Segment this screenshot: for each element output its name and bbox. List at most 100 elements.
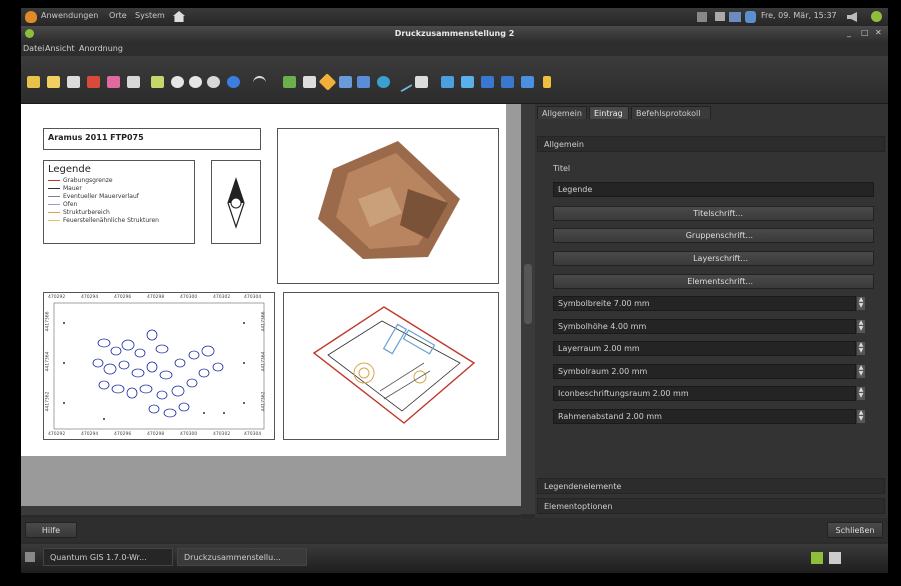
title-label-item[interactable]: Aramus 2011 FTP075 bbox=[43, 128, 261, 150]
legend-item[interactable]: Legende Grabungsgrenze Mauer Eventueller… bbox=[43, 160, 195, 244]
excavation-map-grid bbox=[53, 302, 265, 430]
undo-icon[interactable] bbox=[253, 76, 266, 90]
zoom-in-icon[interactable] bbox=[171, 76, 184, 88]
task-print-composer[interactable]: Druckzusammenstellu... bbox=[177, 548, 307, 566]
tab-item[interactable]: Eintrag bbox=[589, 106, 629, 119]
spin-arrows-icon[interactable]: ▲ ▼ bbox=[857, 365, 865, 378]
menu-system[interactable]: System bbox=[135, 11, 165, 20]
menubar: Datei Ansicht Anordnung bbox=[21, 42, 888, 56]
move-content-icon[interactable] bbox=[461, 76, 474, 88]
grid-y-label: 4417364 bbox=[45, 351, 51, 372]
add-arrow-icon[interactable] bbox=[394, 73, 413, 93]
section-item-options-header[interactable]: Elementoptionen bbox=[537, 498, 885, 514]
icon-label-space-spinbox[interactable]: Iconbeschriftungsraum 2.00 mm ▲ ▼ bbox=[553, 386, 865, 401]
zoom-100-icon[interactable] bbox=[207, 76, 220, 88]
layer-font-button[interactable]: Layerschrift... bbox=[553, 251, 874, 266]
section-legend-items-header[interactable]: Legendenelemente bbox=[537, 478, 885, 494]
spin-arrows-icon[interactable]: ▲ ▼ bbox=[857, 342, 865, 355]
spin-arrows-icon[interactable]: ▲ ▼ bbox=[857, 320, 865, 333]
add-table-icon[interactable] bbox=[415, 76, 428, 88]
select-move-icon[interactable] bbox=[441, 76, 454, 88]
task-qgis[interactable]: Quantum GIS 1.7.0-Wr... bbox=[43, 548, 173, 566]
spin-arrows-icon[interactable]: ▲ ▼ bbox=[857, 410, 865, 423]
composition-paper[interactable]: Aramus 2011 FTP075 Legende Grabungsgrenz… bbox=[21, 104, 506, 456]
export-svg-icon[interactable] bbox=[107, 76, 120, 88]
photo-image-item[interactable] bbox=[277, 128, 499, 284]
load-template-icon[interactable] bbox=[27, 76, 40, 88]
menu-file[interactable]: Datei bbox=[23, 44, 44, 53]
group-font-button[interactable]: Gruppenschrift... bbox=[553, 228, 874, 243]
close-dialog-button[interactable]: Schließen bbox=[827, 522, 883, 538]
volume-icon[interactable] bbox=[847, 12, 857, 22]
align-icon[interactable] bbox=[543, 76, 551, 88]
tab-general[interactable]: Allgemein bbox=[537, 106, 587, 119]
item-font-button[interactable]: Elementschrift... bbox=[553, 274, 874, 289]
title-font-button[interactable]: Titelschrift... bbox=[553, 206, 874, 221]
display-icon bbox=[715, 12, 725, 21]
legend-entry: Mauer bbox=[48, 185, 82, 192]
legend-entry: Ofen bbox=[48, 201, 77, 208]
map-item-plan[interactable] bbox=[283, 292, 499, 440]
menu-applications[interactable]: Anwendungen bbox=[41, 11, 98, 20]
legend-title: Legende bbox=[48, 164, 91, 175]
spin-arrows-icon[interactable]: ▲ ▼ bbox=[857, 387, 865, 400]
zoom-out-icon[interactable] bbox=[189, 76, 202, 88]
grid-x-label: 470292 bbox=[48, 295, 66, 300]
symbol-height-spinbox[interactable]: Symbolhöhe 4.00 mm ▲ ▼ bbox=[553, 319, 865, 334]
bottom-taskbar: Quantum GIS 1.7.0-Wr... Druckzusammenste… bbox=[21, 544, 888, 573]
trash-icon[interactable] bbox=[829, 552, 841, 564]
excavation-photo bbox=[318, 141, 460, 259]
menu-view[interactable]: Ansicht bbox=[45, 44, 75, 53]
menu-places[interactable]: Orte bbox=[109, 11, 127, 20]
menu-arrange[interactable]: Anordnung bbox=[79, 44, 123, 53]
grid-y-label: 4417364 bbox=[261, 351, 267, 372]
tab-command-history[interactable]: Befehlsprotokoll bbox=[631, 106, 711, 119]
grid-x-label: 470294 bbox=[81, 295, 99, 300]
add-scalebar-icon[interactable] bbox=[357, 76, 370, 88]
computer-icon bbox=[729, 12, 741, 22]
add-shape-icon[interactable] bbox=[318, 73, 337, 91]
help-button[interactable]: Hilfe bbox=[25, 522, 77, 538]
raise-icon[interactable] bbox=[521, 76, 534, 88]
section-general-header[interactable]: Allgemein bbox=[537, 136, 885, 152]
grid-x-label: 470298 bbox=[147, 295, 165, 300]
canvas-horizontal-scrollbar[interactable] bbox=[21, 506, 521, 515]
save-template-icon[interactable] bbox=[47, 76, 60, 88]
grid-y-label: 4417366 bbox=[45, 311, 51, 332]
show-desktop-icon[interactable] bbox=[25, 552, 35, 562]
gnome-foot-icon bbox=[25, 11, 37, 23]
map-item-grid[interactable]: 470292 470294 470296 470298 470300 47030… bbox=[43, 292, 275, 440]
layer-space-spinbox[interactable]: Layerraum 2.00 mm ▲ ▼ bbox=[553, 341, 865, 356]
export-pdf-icon[interactable] bbox=[87, 76, 100, 88]
workspace-switcher-icon[interactable] bbox=[811, 552, 823, 564]
clock[interactable]: Fre, 09. Mär, 15:37 bbox=[761, 11, 837, 20]
export-image-icon[interactable] bbox=[67, 76, 80, 88]
home-icon[interactable] bbox=[173, 11, 185, 22]
item-properties-panel: Allgemein Eintrag Befehlsprotokoll Allge… bbox=[535, 104, 888, 518]
grid-y-label: 4417362 bbox=[261, 391, 267, 412]
add-image-icon[interactable] bbox=[377, 76, 390, 88]
close-button[interactable]: ✕ bbox=[875, 28, 882, 37]
north-arrow-item[interactable] bbox=[211, 160, 261, 244]
box-space-spinbox[interactable]: Rahmenabstand 2.00 mm ▲ ▼ bbox=[553, 409, 865, 424]
add-map-icon[interactable] bbox=[283, 76, 296, 88]
ungroup-icon[interactable] bbox=[501, 76, 514, 88]
canvas-vertical-scrollbar[interactable] bbox=[521, 104, 535, 514]
maximize-button[interactable]: □ bbox=[861, 28, 869, 37]
add-label-icon[interactable] bbox=[303, 76, 316, 88]
grid-x-label: 470300 bbox=[180, 295, 198, 300]
symbol-width-spinbox[interactable]: Symbolbreite 7.00 mm ▲ ▼ bbox=[553, 296, 865, 311]
print-icon[interactable] bbox=[127, 76, 140, 88]
group-icon[interactable] bbox=[481, 76, 494, 88]
scroll-thumb[interactable] bbox=[524, 264, 532, 324]
minimize-button[interactable]: _ bbox=[847, 28, 851, 37]
window-title: Druckzusammenstellung 2 bbox=[394, 29, 515, 38]
add-legend-icon[interactable] bbox=[339, 76, 352, 88]
spin-arrows-icon[interactable]: ▲ ▼ bbox=[857, 297, 865, 310]
legend-title-input[interactable]: Legende bbox=[553, 182, 874, 197]
zoom-full-icon[interactable] bbox=[151, 76, 164, 88]
refresh-icon[interactable] bbox=[227, 76, 240, 88]
symbol-space-spinbox[interactable]: Symbolraum 2.00 mm ▲ ▼ bbox=[553, 364, 865, 379]
grid-x-label: 470294 bbox=[81, 432, 99, 437]
grid-x-label: 470298 bbox=[147, 432, 165, 437]
